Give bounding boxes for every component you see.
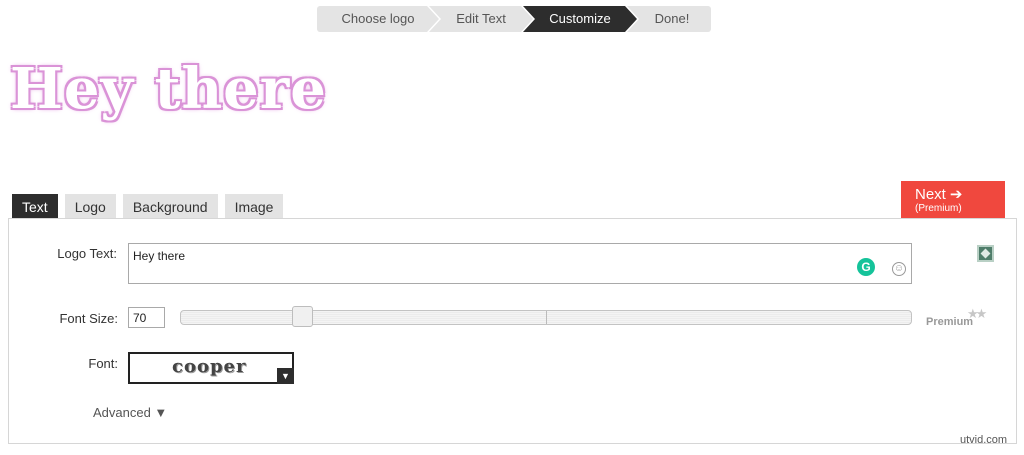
font-size-input[interactable]: 70 xyxy=(128,307,165,328)
next-button-row: Next ➔ xyxy=(915,187,1005,203)
font-select[interactable]: cooper ▼ xyxy=(128,352,294,384)
watermark: utvid.com xyxy=(960,434,1008,446)
emoji-icon[interactable]: ☺ xyxy=(892,262,906,276)
next-button[interactable]: Next ➔ (Premium) xyxy=(901,181,1005,219)
tab-logo[interactable]: Logo xyxy=(64,194,116,219)
arrow-right-icon: ➔ xyxy=(949,186,963,203)
font-select-value: cooper xyxy=(172,356,247,377)
tab-background[interactable]: Background xyxy=(122,194,218,219)
font-size-label: Font Size: xyxy=(59,311,118,326)
step-customize[interactable]: Customize xyxy=(523,6,637,32)
slider-midpoint-divider xyxy=(546,311,547,324)
editor-tabs: Text Logo Background Image xyxy=(12,194,290,219)
chevron-down-icon: ▼ xyxy=(277,368,294,384)
effects-icon[interactable] xyxy=(977,245,994,262)
step-choose-logo[interactable]: Choose logo xyxy=(317,6,439,32)
step-edit-text[interactable]: Edit Text xyxy=(429,6,533,32)
wizard-steps: Choose logo Edit Text Customize Done! xyxy=(317,6,711,32)
logo-text-label: Logo Text: xyxy=(57,246,117,261)
grammar-check-icon[interactable]: G xyxy=(857,258,875,276)
next-button-label: Next xyxy=(915,186,946,203)
logo-text-input[interactable]: Hey there xyxy=(128,243,912,284)
tab-text[interactable]: Text xyxy=(12,194,58,219)
premium-stars-icon: ★★ xyxy=(967,306,987,321)
advanced-toggle[interactable]: Advanced ▼ xyxy=(93,405,167,420)
logo-preview: Hey there xyxy=(10,56,327,122)
step-done[interactable]: Done! xyxy=(627,6,711,32)
tab-image[interactable]: Image xyxy=(224,194,284,219)
font-size-slider-handle[interactable] xyxy=(292,306,313,327)
next-button-premium-note: (Premium) xyxy=(915,203,962,214)
font-label: Font: xyxy=(88,356,118,371)
